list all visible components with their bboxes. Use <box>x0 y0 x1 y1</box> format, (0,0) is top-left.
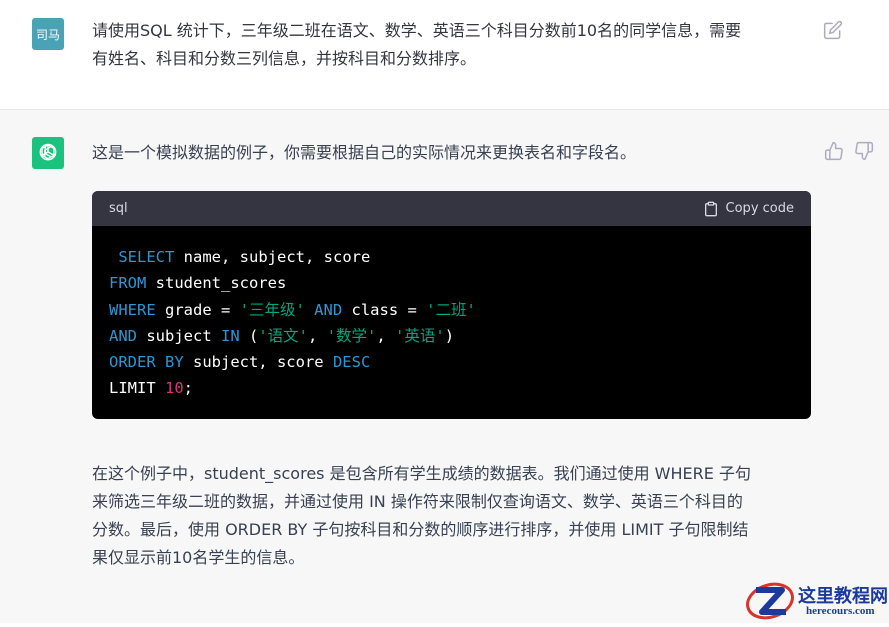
user-message-text: 请使用SQL 统计下，三年级二班在语文、数学、英语三个科目分数前10名的同学信息… <box>92 17 812 73</box>
code-text: , <box>308 326 327 345</box>
code-content[interactable]: SELECT name, subject, score FROM student_… <box>92 226 811 402</box>
code-text: ) <box>444 326 455 345</box>
watermark-logo: 这里教程网 herecours.com <box>742 578 889 623</box>
code-line: SELECT name, subject, score <box>109 244 794 270</box>
sql-string: '数学' <box>326 326 377 345</box>
sql-string: '三年级' <box>239 300 305 319</box>
code-line: ORDER BY subject, score DESC <box>109 349 794 375</box>
sql-keyword: WHERE <box>109 300 156 319</box>
sql-number: 10 <box>165 379 184 398</box>
code-language-label: sql <box>109 201 128 216</box>
user-message-line: 有姓名、科目和分数三列信息，并按科目和分数排序。 <box>92 49 477 68</box>
sql-keyword: AND <box>109 326 137 345</box>
sql-keyword: SELECT <box>118 248 175 266</box>
user-avatar: 司马 <box>32 18 64 50</box>
explanation-line: 果仅显示前10名学生的信息。 <box>92 548 305 567</box>
code-text: ; <box>183 379 194 398</box>
thumbs-up-icon[interactable] <box>824 141 844 161</box>
thumbs-down-icon[interactable] <box>854 141 874 161</box>
watermark-emblem-icon <box>746 582 794 620</box>
assistant-explanation: 在这个例子中，student_scores 是包含所有学生成绩的数据表。我们通过… <box>92 460 814 572</box>
code-text: student_scores <box>146 274 287 293</box>
code-text: class = <box>342 300 427 319</box>
sql-keyword: DESC <box>332 353 371 372</box>
code-header: sql Copy code <box>92 191 811 226</box>
code-text: name, subject, score <box>174 248 371 266</box>
code-text: LIMIT <box>109 379 165 398</box>
sql-keyword: FROM <box>109 274 147 293</box>
code-text: ( <box>239 326 259 345</box>
explanation-line: 分数。最后，使用 ORDER BY 子句按科目和分数的顺序进行排序，并使用 LI… <box>92 520 749 539</box>
code-text: , <box>376 326 396 345</box>
code-text: subject, score <box>183 353 333 372</box>
code-line: AND subject IN ('语文', '数学', '英语') <box>109 323 794 349</box>
sql-keyword: ORDER BY <box>109 353 184 372</box>
assistant-intro-text: 这是一个模拟数据的例子，你需要根据自己的实际情况来更换表名和字段名。 <box>92 143 637 162</box>
code-line: LIMIT 10; <box>109 375 794 401</box>
sql-string: '语文' <box>258 326 309 345</box>
code-text: subject <box>137 326 221 345</box>
user-message-line: 请使用SQL 统计下，三年级二班在语文、数学、英语三个科目分数前10名的同学信息… <box>92 21 742 40</box>
sql-string: '二班' <box>426 300 476 319</box>
edit-icon[interactable] <box>823 20 843 40</box>
openai-logo-icon <box>32 137 64 169</box>
sql-string: '英语' <box>395 326 445 345</box>
watermark-url: herecours.com <box>806 605 875 617</box>
code-text: grade = <box>155 300 240 319</box>
explanation-line: 在这个例子中，student_scores 是包含所有学生成绩的数据表。我们通过… <box>92 464 751 483</box>
user-message: 司马 请使用SQL 统计下，三年级二班在语文、数学、英语三个科目分数前10名的同… <box>0 0 889 110</box>
explanation-line: 来筛选三年级二班的数据，并通过使用 IN 操作符来限制仅查询语文、数学、英语三个… <box>92 492 743 511</box>
user-avatar-text: 司马 <box>35 27 60 42</box>
assistant-message: 这是一个模拟数据的例子，你需要根据自己的实际情况来更换表名和字段名。 sql C… <box>0 110 889 623</box>
sql-keyword: IN <box>221 326 240 345</box>
copy-code-button[interactable]: Copy code <box>703 201 794 217</box>
sql-keyword: AND <box>304 300 343 319</box>
copy-code-label: Copy code <box>725 201 794 216</box>
code-line: WHERE grade = '三年级' AND class = '二班' <box>109 297 794 323</box>
code-line: FROM student_scores <box>109 270 794 296</box>
code-block: sql Copy code SELECT name, subject, scor… <box>92 191 811 419</box>
clipboard-icon <box>704 201 717 216</box>
